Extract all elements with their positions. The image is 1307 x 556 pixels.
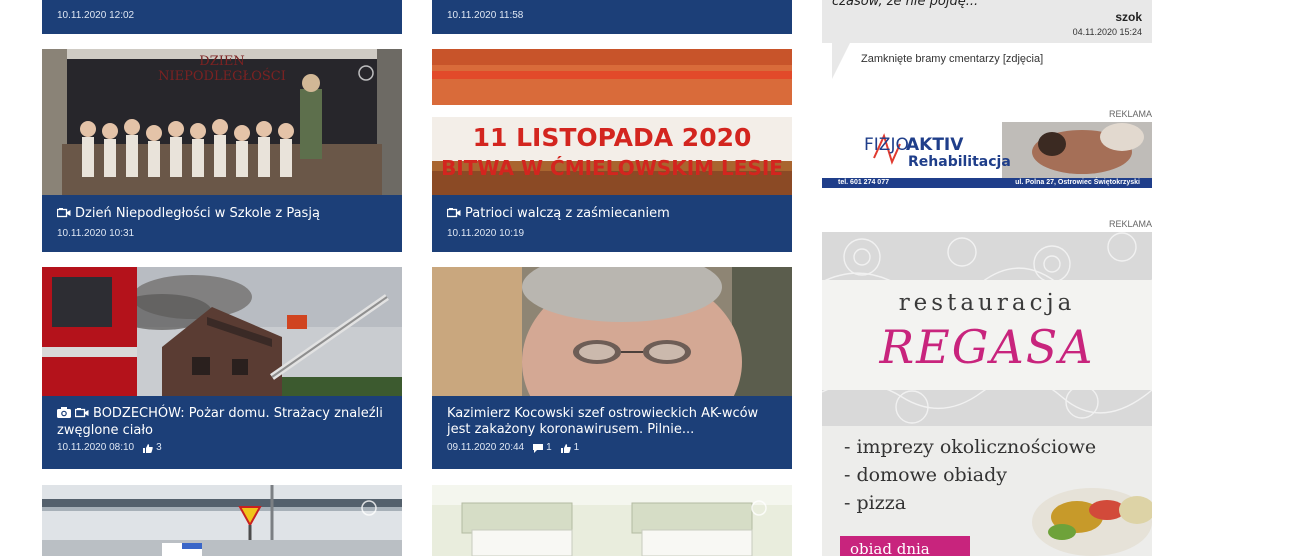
card-meta: 09.11.2020 20:44 1 1: [447, 441, 777, 454]
comment-article-link[interactable]: Zamknięte bramy cmentarzy [zdjęcia]: [861, 53, 1043, 65]
card-date: 10.11.2020 08:10: [57, 442, 135, 453]
card-image[interactable]: DZIEN NIEPODLEGŁOŚCI: [42, 49, 402, 195]
ad-brand-sub: Rehabilitacja: [908, 154, 1011, 170]
article-card[interactable]: BODZECHÓW: Pożar domu. Strażacy znaleźli…: [42, 267, 402, 469]
card-meta: 10.11.2020 10:19: [447, 224, 777, 240]
card-caption: Dzień Niepodległości w Szkole z Pasją 10…: [42, 195, 402, 252]
card-meta: 10.11.2020 12:02: [57, 4, 387, 22]
ad-regasa-bullet: - pizza: [844, 492, 907, 514]
card-title[interactable]: Kazimierz Kocowski szef ostrowieckich AK…: [447, 396, 777, 441]
card-meta: 10.11.2020 11:58: [447, 4, 777, 22]
card-meta: 10.11.2020 10:31: [57, 224, 387, 240]
card-title[interactable]: BODZECHÓW: Pożar domu. Strażacy znaleźli…: [57, 406, 383, 438]
comment-author: szok: [1115, 10, 1142, 24]
video-icon: [446, 207, 461, 223]
road-photo: [42, 485, 402, 556]
card-meta: 10.11.2020 08:10 3: [57, 441, 387, 454]
card-image[interactable]: 11 LISTOPADA 2020 BITWA W ĆMIELOWSKIM LE…: [432, 49, 792, 195]
card-caption: Patrioci walczą z zaśmiecaniem 10.11.202…: [432, 195, 792, 252]
video-icon: [56, 207, 71, 223]
comment-text: czasów, że nie pojdę...: [832, 0, 979, 9]
ad-phone: tel. 601 274 077: [838, 179, 889, 186]
card-title[interactable]: Patrioci walczą z zaśmiecaniem: [465, 206, 670, 221]
article-card[interactable]: 10.11.2020 12:02: [42, 0, 402, 34]
article-card[interactable]: 10.11.2020 11:58: [432, 0, 792, 34]
card-title-row[interactable]: Dzień Niepodległości w Szkole z Pasją: [56, 195, 387, 224]
article-card[interactable]: 11 LISTOPADA 2020 BITWA W ĆMIELOWSKIM LE…: [432, 49, 792, 252]
card-title-row[interactable]: BODZECHÓW: Pożar domu. Strażacy znaleźli…: [57, 396, 387, 441]
thumbs-up-icon: [560, 443, 571, 453]
card-caption: BODZECHÓW: Pożar domu. Strażacy znaleźli…: [42, 396, 402, 469]
article-card[interactable]: [432, 485, 792, 556]
school-stage-photo: DZIEN NIEPODLEGŁOŚCI: [42, 49, 402, 195]
likes-count: 1: [560, 442, 579, 454]
thumbs-up-icon: [143, 443, 153, 453]
card-image[interactable]: [42, 267, 402, 397]
latest-comment[interactable]: czasów, że nie pojdę... szok 04.11.2020 …: [822, 0, 1152, 43]
article-card[interactable]: [42, 485, 402, 556]
card-title-row[interactable]: Patrioci walczą z zaśmiecaniem: [446, 195, 777, 224]
card-caption: 10.11.2020 12:02: [42, 0, 402, 34]
image-text: DZIEN: [199, 54, 244, 69]
ad-regasa-bullet: - imprezy okolicznościowe: [844, 436, 1097, 458]
ad-regasa-line1: restauracja: [898, 290, 1076, 316]
card-image[interactable]: [432, 485, 792, 556]
article-card[interactable]: DZIEN NIEPODLEGŁOŚCI Dzień Niepodległośc…: [42, 49, 402, 252]
ad-label: REKLAMA: [1108, 219, 1152, 229]
card-caption: Kazimierz Kocowski szef ostrowieckich AK…: [432, 396, 792, 469]
card-date: 10.11.2020 11:58: [447, 10, 524, 21]
card-image[interactable]: [432, 267, 792, 397]
image-text: 11 LISTOPADA 2020: [473, 123, 752, 152]
event-poster-image: 11 LISTOPADA 2020 BITWA W ĆMIELOWSKIM LE…: [432, 49, 792, 195]
card-image[interactable]: [42, 485, 402, 556]
card-date: 10.11.2020 10:31: [57, 228, 135, 239]
ad-regasa[interactable]: restauracja REGASA - imprezy okolicznośc…: [822, 232, 1152, 556]
hospital-room-photo: [432, 485, 792, 556]
card-date: 10.11.2020 12:02: [57, 10, 135, 21]
ad-label: REKLAMA: [1108, 109, 1152, 119]
comments-count: 1: [533, 442, 552, 454]
card-date: 09.11.2020 20:44: [447, 442, 525, 453]
ad-regasa-bullet: - domowe obiady: [844, 464, 1007, 486]
comment-icon: [533, 443, 544, 453]
article-card[interactable]: Kazimierz Kocowski szef ostrowieckich AK…: [432, 267, 792, 469]
image-text: BITWA W ĆMIELOWSKIM LESIE: [441, 156, 783, 180]
ad-brand-aktiv: AKTIV: [906, 135, 964, 155]
ad-regasa-line2: REGASA: [879, 320, 1095, 374]
ad-regasa-cta: obiad dnia: [850, 540, 930, 556]
ad-brand-fizjo: FIZJO: [864, 135, 909, 155]
likes-count: 3: [143, 442, 162, 454]
house-fire-photo: [42, 267, 402, 397]
image-text: NIEPODLEGŁOŚCI: [158, 67, 286, 84]
portrait-photo: [432, 267, 792, 397]
comment-pointer: [832, 43, 850, 79]
card-title[interactable]: Dzień Niepodległości w Szkole z Pasją: [75, 206, 320, 221]
ad-fizjoaktiv[interactable]: FIZJO AKTIV Rehabilitacja tel. 601 274 0…: [822, 122, 1152, 188]
card-caption: 10.11.2020 11:58: [432, 0, 792, 34]
card-date: 10.11.2020 10:19: [447, 228, 525, 239]
comment-date: 04.11.2020 15:24: [1072, 27, 1142, 37]
camera-icon: [57, 407, 71, 423]
video-icon: [74, 407, 89, 423]
ad-address: ul. Polna 27, Ostrowiec Świętokrzyski: [1015, 179, 1140, 186]
